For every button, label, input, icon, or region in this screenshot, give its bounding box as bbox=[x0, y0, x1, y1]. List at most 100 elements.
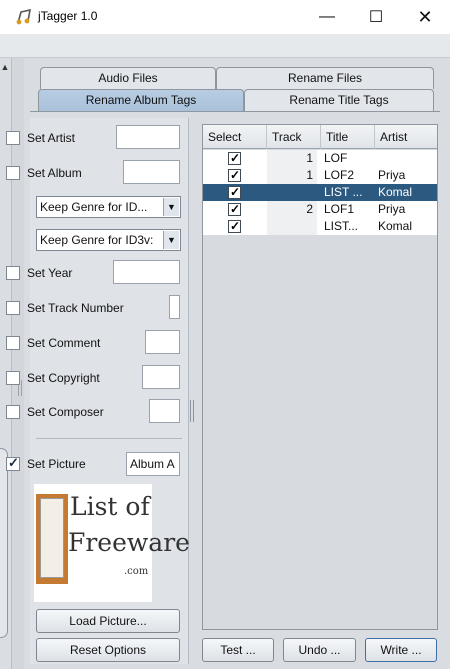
tab-rename-files[interactable]: Rename Files bbox=[216, 67, 434, 89]
artist-cell: Priya bbox=[378, 202, 406, 216]
set-copyright-label: Set Copyright bbox=[27, 371, 100, 385]
album-art-preview: List of Freeware .com bbox=[34, 484, 190, 602]
title-bar: jTagger 1.0 — ☐ ✕ bbox=[0, 0, 450, 34]
composer-field[interactable] bbox=[149, 399, 180, 423]
write-button[interactable]: Write ... bbox=[365, 638, 437, 662]
set-composer-label: Set Composer bbox=[27, 405, 104, 419]
document-icon bbox=[40, 498, 64, 578]
table-body: 1 LOF 1 LOF2 Priya LIST ... Komal 2 LOF1… bbox=[203, 150, 437, 235]
set-track-number-checkbox[interactable] bbox=[6, 301, 20, 315]
options-separator bbox=[36, 438, 182, 439]
column-header-title[interactable]: Title bbox=[321, 125, 375, 149]
set-album-checkbox[interactable] bbox=[6, 166, 20, 180]
row-select-checkbox[interactable] bbox=[228, 218, 241, 235]
close-button[interactable]: ✕ bbox=[402, 0, 448, 34]
select-cell[interactable] bbox=[203, 150, 266, 167]
set-comment-label: Set Comment bbox=[27, 336, 101, 350]
track-cell bbox=[267, 184, 317, 201]
row-select-checkbox[interactable] bbox=[228, 184, 241, 201]
table-row[interactable]: 1 LOF2 Priya bbox=[203, 167, 437, 184]
title-cell: LOF1 bbox=[324, 202, 355, 216]
test-button[interactable]: Test ... bbox=[202, 638, 274, 662]
select-cell[interactable] bbox=[203, 184, 266, 201]
music-note-icon bbox=[16, 9, 31, 25]
column-header-track[interactable]: Track bbox=[267, 125, 321, 149]
title-cell: LOF bbox=[324, 151, 348, 165]
set-track-number-label: Set Track Number bbox=[27, 301, 124, 315]
album-art-text-3: .com bbox=[124, 566, 149, 577]
title-cell: LOF2 bbox=[324, 168, 355, 182]
artist-cell: Komal bbox=[378, 185, 413, 199]
genre-select-1-value: Keep Genre for ID... bbox=[40, 200, 148, 214]
table-row[interactable]: 2 LOF1 Priya bbox=[203, 201, 437, 218]
copyright-field[interactable] bbox=[142, 365, 180, 389]
table-header: Select Track Title Artist bbox=[203, 125, 437, 149]
load-picture-button[interactable]: Load Picture... bbox=[36, 609, 180, 633]
dropdown-arrow-icon[interactable]: ▼ bbox=[163, 198, 179, 216]
genre-select-2[interactable]: Keep Genre for ID3v: ▼ bbox=[36, 229, 181, 251]
table-row[interactable]: LIST... Komal bbox=[203, 218, 437, 235]
set-year-label: Set Year bbox=[27, 266, 73, 280]
scroll-up-arrow-icon[interactable]: ▲ bbox=[0, 62, 10, 74]
set-picture-checkbox[interactable] bbox=[6, 455, 20, 471]
select-cell[interactable] bbox=[203, 201, 266, 218]
undo-button[interactable]: Undo ... bbox=[283, 638, 356, 662]
column-header-select[interactable]: Select bbox=[203, 125, 267, 149]
tab-baseline bbox=[30, 111, 440, 112]
row-select-checkbox[interactable] bbox=[228, 167, 241, 184]
track-number-field[interactable] bbox=[169, 295, 180, 319]
scroll-thumb[interactable] bbox=[0, 448, 8, 638]
album-field[interactable] bbox=[123, 160, 180, 184]
track-cell: 1 bbox=[267, 150, 317, 167]
set-album-row[interactable]: Set Album bbox=[6, 161, 82, 185]
set-artist-row[interactable]: Set Artist bbox=[6, 126, 75, 150]
set-artist-label: Set Artist bbox=[27, 131, 76, 145]
set-composer-checkbox[interactable] bbox=[6, 405, 20, 419]
tab-rename-album-tags[interactable]: Rename Album Tags bbox=[38, 89, 244, 111]
set-album-label: Set Album bbox=[27, 166, 82, 180]
column-header-artist[interactable]: Artist bbox=[375, 125, 437, 149]
window-title: jTagger 1.0 bbox=[38, 9, 98, 23]
row-select-checkbox[interactable] bbox=[228, 201, 241, 218]
toolbar-strip bbox=[0, 34, 450, 58]
title-cell: LIST... bbox=[324, 219, 359, 233]
table-row-selected[interactable]: LIST ... Komal bbox=[203, 184, 437, 201]
row-select-checkbox[interactable] bbox=[228, 150, 241, 167]
maximize-button[interactable]: ☐ bbox=[353, 0, 399, 34]
title-cell: LIST ... bbox=[324, 185, 363, 199]
set-year-row[interactable]: Set Year bbox=[6, 261, 72, 285]
minimize-button[interactable]: — bbox=[304, 0, 350, 34]
album-art-text-2: Freeware bbox=[68, 528, 190, 557]
set-picture-row[interactable]: Set Picture bbox=[6, 452, 86, 476]
select-cell[interactable] bbox=[203, 218, 266, 235]
tab-rename-title-tags[interactable]: Rename Title Tags bbox=[244, 89, 434, 111]
tracks-table: Select Track Title Artist 1 LOF 1 LOF2 P… bbox=[202, 124, 438, 630]
artist-cell: Priya bbox=[378, 168, 406, 182]
genre-select-2-value: Keep Genre for ID3v: bbox=[40, 233, 154, 247]
set-picture-label: Set Picture bbox=[27, 457, 86, 471]
set-artist-checkbox[interactable] bbox=[6, 131, 20, 145]
track-cell: 2 bbox=[267, 201, 317, 218]
set-comment-checkbox[interactable] bbox=[6, 336, 20, 350]
select-cell[interactable] bbox=[203, 167, 266, 184]
artist-field[interactable] bbox=[116, 125, 180, 149]
genre-select-1[interactable]: Keep Genre for ID... ▼ bbox=[36, 196, 181, 218]
set-copyright-row[interactable]: Set Copyright bbox=[6, 366, 100, 390]
table-row[interactable]: 1 LOF bbox=[203, 150, 437, 167]
track-cell bbox=[267, 218, 317, 235]
set-comment-row[interactable]: Set Comment bbox=[6, 331, 100, 355]
year-field[interactable] bbox=[113, 260, 180, 284]
set-year-checkbox[interactable] bbox=[6, 266, 20, 280]
tab-audio-files[interactable]: Audio Files bbox=[40, 67, 216, 89]
set-track-number-row[interactable]: Set Track Number bbox=[6, 296, 124, 320]
comment-field[interactable] bbox=[145, 330, 180, 354]
reset-options-button[interactable]: Reset Options bbox=[36, 638, 180, 662]
artist-cell: Komal bbox=[378, 219, 413, 233]
track-cell: 1 bbox=[267, 167, 317, 184]
split-pane-grip[interactable] bbox=[190, 400, 194, 422]
set-composer-row[interactable]: Set Composer bbox=[6, 400, 104, 424]
picture-field[interactable]: Album A bbox=[126, 452, 180, 476]
album-art-text-1: List of bbox=[70, 492, 150, 521]
set-copyright-checkbox[interactable] bbox=[6, 371, 20, 385]
dropdown-arrow-icon[interactable]: ▼ bbox=[163, 231, 179, 249]
